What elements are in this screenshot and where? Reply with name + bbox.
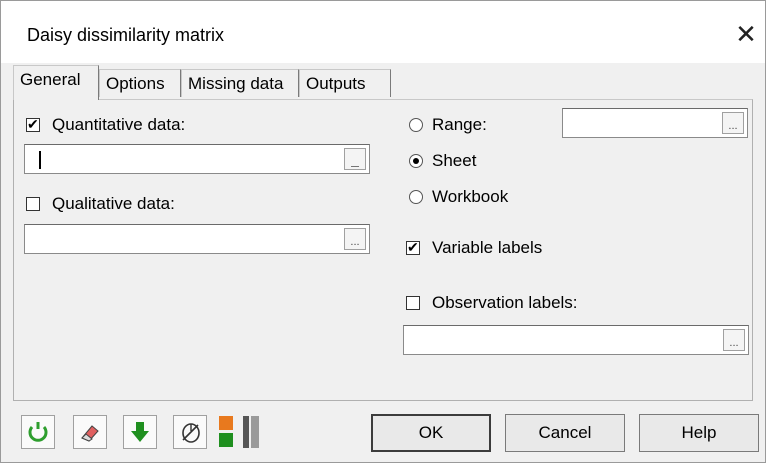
workbook-label: Workbook xyxy=(432,187,509,206)
mouse-icon xyxy=(182,423,200,443)
workbook-radio[interactable] xyxy=(409,190,423,204)
qualitative-label: Qualitative data: xyxy=(52,194,175,213)
color-scale-button[interactable] xyxy=(217,415,263,449)
range-label: Range: xyxy=(432,115,487,134)
clear-button[interactable] xyxy=(73,415,107,449)
button-bar: OK Cancel Help xyxy=(1,401,765,462)
mouse-button[interactable] xyxy=(173,415,207,449)
range-select-button[interactable]: ... xyxy=(723,329,745,351)
observation-labels-checkbox[interactable] xyxy=(406,296,420,310)
variable-labels-label: Variable labels xyxy=(432,238,543,257)
help-button[interactable]: Help xyxy=(639,414,759,452)
sheet-label: Sheet xyxy=(432,151,477,170)
reset-icon xyxy=(28,422,48,442)
observation-labels-input[interactable]: ... xyxy=(403,325,749,355)
dialog-window: Daisy dissimilarity matrix ✕ General Opt… xyxy=(0,0,766,463)
quantitative-checkbox[interactable] xyxy=(26,115,40,133)
move-down-button[interactable] xyxy=(123,415,157,449)
cancel-button[interactable]: Cancel xyxy=(505,414,625,452)
tab-options[interactable]: Options xyxy=(99,69,181,97)
down-arrow-icon xyxy=(131,422,149,442)
range-select-button[interactable]: ... xyxy=(722,112,744,134)
observation-labels-label: Observation labels: xyxy=(432,293,578,312)
range-select-button[interactable]: ... xyxy=(344,228,366,250)
qualitative-input[interactable]: ... xyxy=(24,224,370,254)
range-select-button[interactable]: _ xyxy=(344,148,366,170)
general-panel: Quantitative data: _ Qualitative data: .… xyxy=(13,99,753,401)
sheet-radio[interactable] xyxy=(409,154,423,168)
title-bar: Daisy dissimilarity matrix ✕ xyxy=(1,1,765,63)
range-radio[interactable] xyxy=(409,118,423,132)
tab-missing-data[interactable]: Missing data xyxy=(181,69,299,97)
close-icon[interactable]: ✕ xyxy=(731,19,761,49)
quantitative-input[interactable]: _ xyxy=(24,144,370,174)
ok-button[interactable]: OK xyxy=(371,414,491,452)
quantitative-label: Quantitative data: xyxy=(52,115,186,134)
variable-labels-checkbox[interactable] xyxy=(406,238,420,256)
dialog-title: Daisy dissimilarity matrix xyxy=(27,25,225,45)
tab-outputs[interactable]: Outputs xyxy=(299,69,391,97)
reset-button[interactable] xyxy=(21,415,55,449)
qualitative-checkbox[interactable] xyxy=(26,197,40,211)
eraser-icon xyxy=(81,425,99,442)
range-input[interactable]: ... xyxy=(562,108,748,138)
color-scale-icon xyxy=(219,416,259,448)
text-cursor xyxy=(39,151,41,169)
tab-general[interactable]: General xyxy=(13,65,99,100)
